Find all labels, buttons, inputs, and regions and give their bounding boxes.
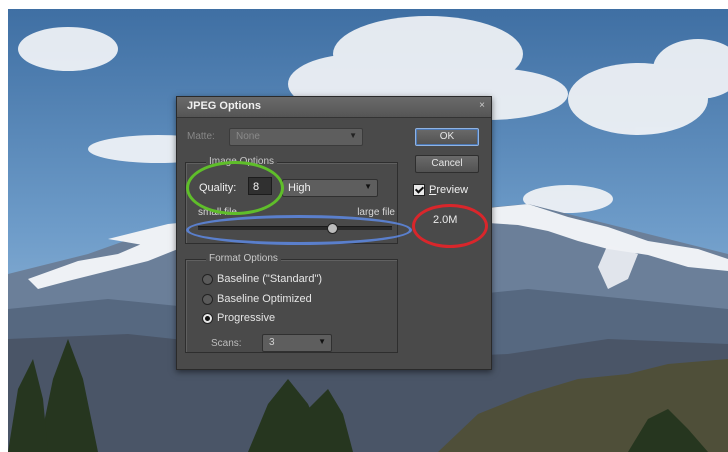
jpeg-options-dialog: JPEG Options × Matte: None ▼ OK Cancel P…	[176, 96, 492, 370]
matte-value: None	[236, 131, 260, 142]
image-options-group: Image Options Quality: 8 High ▼ small fi…	[185, 156, 398, 244]
preview-label-rest: review	[436, 184, 469, 197]
image-options-title: Image Options	[206, 156, 278, 167]
format-options-group: Format Options Baseline ("Standard") Bas…	[185, 253, 398, 353]
quality-slider[interactable]	[198, 223, 392, 234]
matte-select[interactable]: None ▼	[229, 128, 363, 146]
scans-select[interactable]: 3 ▼	[262, 334, 332, 352]
dialog-titlebar[interactable]: JPEG Options ×	[177, 97, 491, 118]
preview-label: Preview	[429, 184, 468, 196]
small-file-label: small file	[198, 207, 237, 218]
preview-checkbox-row[interactable]: Preview	[413, 184, 468, 197]
close-icon[interactable]: ×	[479, 100, 485, 111]
quality-input[interactable]: 8	[248, 177, 272, 195]
quality-preset-value: High	[288, 182, 311, 194]
file-size-readout: 2.0M	[433, 214, 458, 226]
radio-baseline-optimized[interactable]: Baseline Optimized	[202, 293, 312, 305]
dialog-title: JPEG Options	[187, 100, 261, 112]
radio-button[interactable]	[202, 312, 213, 324]
quality-label: Quality:	[199, 182, 237, 194]
radio-label: Progressive	[217, 312, 276, 325]
radio-baseline-standard[interactable]: Baseline ("Standard")	[202, 273, 322, 285]
large-file-label: large file	[357, 207, 395, 218]
radio-button[interactable]	[202, 293, 213, 305]
chevron-down-icon: ▼	[349, 131, 357, 140]
radio-label: Baseline ("Standard")	[217, 273, 323, 286]
chevron-down-icon: ▼	[318, 337, 326, 346]
cancel-button[interactable]: Cancel	[415, 155, 479, 173]
format-options-title: Format Options	[206, 253, 281, 264]
quality-slider-thumb[interactable]	[326, 223, 338, 234]
radio-label: Baseline Optimized	[217, 293, 312, 306]
scans-value: 3	[269, 337, 275, 348]
radio-progressive[interactable]: Progressive	[202, 312, 275, 324]
chevron-down-icon: ▼	[364, 182, 372, 191]
scans-label: Scans:	[211, 338, 242, 349]
preview-checkbox[interactable]	[413, 184, 425, 197]
ok-button[interactable]: OK	[415, 128, 479, 146]
radio-button[interactable]	[202, 273, 213, 285]
matte-label: Matte:	[187, 131, 215, 142]
quality-preset-select[interactable]: High ▼	[282, 179, 378, 197]
